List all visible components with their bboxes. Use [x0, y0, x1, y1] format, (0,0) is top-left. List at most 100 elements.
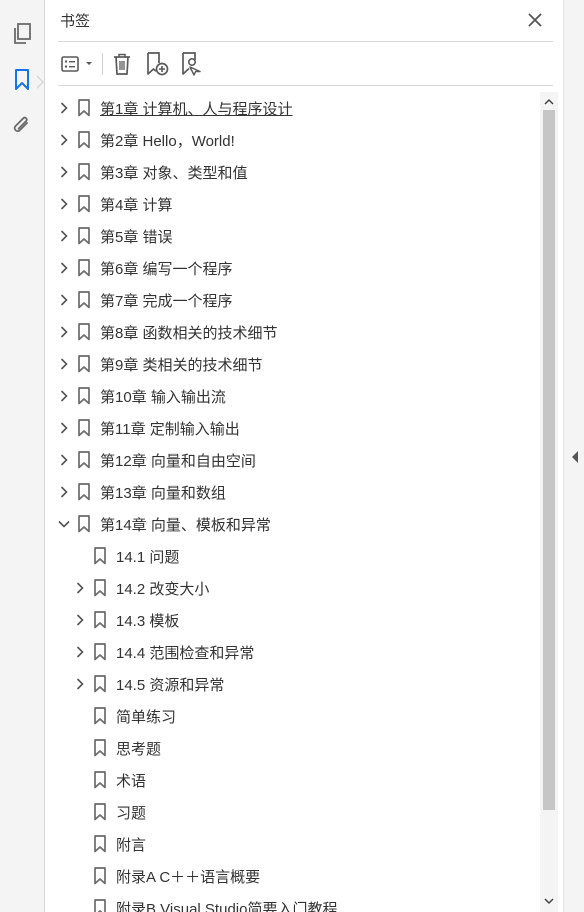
bookmark-icon	[77, 195, 91, 213]
divider	[58, 41, 553, 42]
bookmark-label: 14.1 问题	[116, 549, 180, 566]
chevron-right-icon[interactable]	[57, 453, 71, 467]
chevron-right-icon[interactable]	[57, 165, 71, 179]
bookmark-icon	[93, 835, 107, 853]
pages-icon[interactable]	[6, 18, 38, 50]
bookmark-icon	[93, 803, 107, 821]
bookmark-label: 简单练习	[116, 709, 177, 726]
chevron-right-icon[interactable]	[57, 485, 71, 499]
scroll-up-arrow-icon[interactable]	[543, 96, 555, 108]
bookmark-row[interactable]: 第2章 Hello，World!	[45, 124, 545, 156]
bookmark-row[interactable]: 第11章 定制输入输出	[45, 412, 545, 444]
bookmark-label: 习题	[116, 805, 147, 822]
bookmark-row[interactable]: 第4章 计算	[45, 188, 545, 220]
bookmark-label: 第8章 函数相关的技术细节	[100, 325, 278, 342]
close-icon[interactable]	[525, 10, 545, 30]
bookmark-row[interactable]: 14.2 改变大小	[45, 572, 545, 604]
bookmark-row[interactable]: 第12章 向量和自由空间	[45, 444, 545, 476]
bookmark-row[interactable]: 第9章 类相关的技术细节	[45, 348, 545, 380]
chevron-right-icon[interactable]	[57, 133, 71, 147]
chevron-right-icon[interactable]	[57, 293, 71, 307]
scroll-thumb[interactable]	[543, 110, 555, 810]
bookmark-tree: 第1章 计算机、人与程序设计第2章 Hello，World! 第3章 对象、类型和…	[45, 92, 545, 912]
bookmark-row[interactable]: 第7章 完成一个程序	[45, 284, 545, 316]
bookmark-icon	[77, 451, 91, 469]
chevron-right-icon[interactable]	[73, 645, 87, 659]
bookmark-row[interactable]: 第13章 向量和数组	[45, 476, 545, 508]
bookmark-label: 附言	[116, 837, 147, 854]
bookmark-icon	[93, 611, 107, 629]
chevron-right-icon[interactable]	[57, 325, 71, 339]
bookmark-label: 第11章 定制输入输出	[100, 421, 240, 438]
chevron-right-icon[interactable]	[73, 613, 87, 627]
bookmark-row[interactable]: 第6章 编写一个程序	[45, 252, 545, 284]
bookmark-row[interactable]: 第10章 输入输出流	[45, 380, 545, 412]
bookmark-label: 第7章 完成一个程序	[100, 293, 233, 310]
bookmark-icon	[77, 163, 91, 181]
bookmark-icon	[77, 227, 91, 245]
bookmark-row[interactable]: 14.3 模板	[45, 604, 545, 636]
bookmark-label: 第9章 类相关的技术细节	[100, 357, 263, 374]
collapse-panel-icon[interactable]	[570, 450, 580, 464]
bookmark-row[interactable]: 附录A C＋＋语言概要	[45, 860, 545, 892]
bookmark-icon	[93, 707, 107, 725]
bookmark-icon	[77, 483, 91, 501]
bookmark-label: 术语	[116, 773, 147, 790]
chevron-right-icon[interactable]	[73, 677, 87, 691]
bookmark-icon	[77, 99, 91, 117]
bookmark-row[interactable]: 14.1 问题	[45, 540, 545, 572]
active-indicator	[36, 75, 44, 89]
chevron-right-icon[interactable]	[57, 261, 71, 275]
new-bookmark-from-structure-icon[interactable]	[178, 50, 206, 78]
chevron-right-icon[interactable]	[57, 389, 71, 403]
bookmark-label: 第2章 Hello，World!	[100, 133, 235, 150]
bookmark-row[interactable]: 简单练习	[45, 700, 545, 732]
bookmark-icon	[93, 867, 107, 885]
bookmark-icon	[77, 355, 91, 373]
bookmark-icon	[93, 643, 107, 661]
bookmark-row[interactable]: 第5章 错误	[45, 220, 545, 252]
chevron-down-icon[interactable]	[57, 517, 71, 531]
right-pane-edge	[563, 0, 584, 912]
bookmark-label: 14.2 改变大小	[116, 581, 210, 598]
bookmark-icon	[93, 579, 107, 597]
bookmark-icon	[77, 419, 91, 437]
chevron-right-icon[interactable]	[57, 197, 71, 211]
bookmark-label: 14.3 模板	[116, 613, 180, 630]
bookmark-icon	[77, 323, 91, 341]
bookmark-icon	[93, 771, 107, 789]
bookmark-icon	[93, 675, 107, 693]
bookmark-row[interactable]: 习题	[45, 796, 545, 828]
bookmark-row[interactable]: 第8章 函数相关的技术细节	[45, 316, 545, 348]
divider	[58, 85, 553, 86]
bookmark-icon[interactable]	[6, 64, 38, 96]
chevron-right-icon[interactable]	[57, 101, 71, 115]
delete-icon[interactable]	[109, 50, 135, 78]
chevron-right-icon[interactable]	[57, 357, 71, 371]
bookmark-label: 附录A C＋＋语言概要	[116, 869, 261, 886]
chevron-right-icon[interactable]	[73, 581, 87, 595]
bookmark-label: 第14章 向量、模板和异常	[100, 517, 271, 534]
bookmark-row[interactable]: 第1章 计算机、人与程序设计	[45, 92, 545, 124]
scroll-down-arrow-icon[interactable]	[543, 895, 555, 907]
bookmark-label: 第12章 向量和自由空间	[100, 453, 256, 470]
bookmark-label: 第13章 向量和数组	[100, 485, 226, 502]
attachment-icon[interactable]	[6, 110, 38, 142]
bookmark-row[interactable]: 第14章 向量、模板和异常	[45, 508, 545, 540]
options-menu-icon[interactable]	[59, 50, 97, 78]
bookmark-label: 14.4 范围检查和异常	[116, 645, 255, 662]
bookmark-row[interactable]: 附录B Visual Studio简要入门教程	[45, 892, 545, 912]
chevron-right-icon[interactable]	[57, 229, 71, 243]
vertical-scrollbar[interactable]	[540, 92, 558, 912]
new-bookmark-icon[interactable]	[143, 50, 171, 78]
bookmark-row[interactable]: 14.5 资源和异常	[45, 668, 545, 700]
bookmark-row[interactable]: 术语	[45, 764, 545, 796]
bookmark-row[interactable]: 14.4 范围检查和异常	[45, 636, 545, 668]
bookmark-row[interactable]: 思考题	[45, 732, 545, 764]
bookmark-row[interactable]: 附言	[45, 828, 545, 860]
bookmark-icon	[77, 259, 91, 277]
bookmark-label: 附录B Visual Studio简要入门教程	[116, 901, 338, 912]
bookmark-label: 第6章 编写一个程序	[100, 261, 233, 278]
chevron-right-icon[interactable]	[57, 421, 71, 435]
bookmark-row[interactable]: 第3章 对象、类型和值	[45, 156, 545, 188]
